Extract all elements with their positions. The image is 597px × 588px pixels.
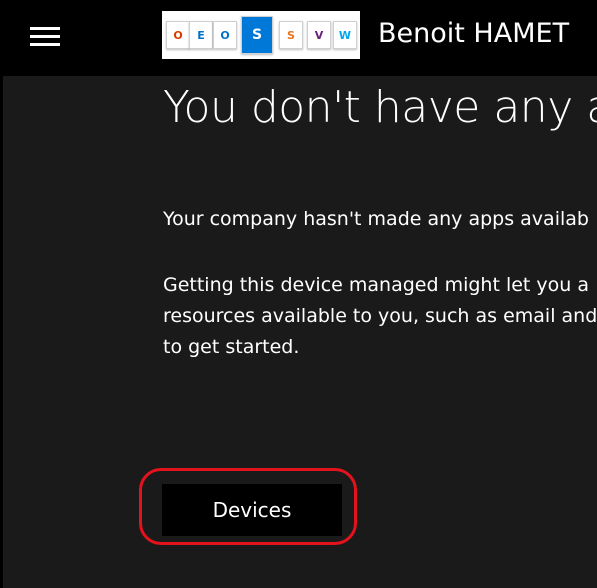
hamburger-line: [30, 27, 60, 30]
outlook-icon: O: [213, 21, 237, 49]
page-heading: You don't have any a: [163, 82, 597, 133]
info-paragraph: Your company hasn't made any apps availa…: [163, 208, 589, 230]
company-logo: O E O S S V W: [162, 11, 360, 59]
hamburger-line: [30, 35, 60, 38]
sharepoint-icon: S: [241, 16, 273, 54]
top-bar: O E O S S V W Benoit HAMET: [0, 0, 597, 76]
exchange-icon: E: [189, 21, 213, 49]
paragraph-line: resources available to you, such as emai…: [163, 305, 597, 327]
hamburger-icon[interactable]: [28, 24, 62, 50]
swayhelper-icon: S: [279, 21, 303, 49]
manage-device-paragraph: Getting this device managed might let yo…: [163, 270, 597, 363]
user-name: Benoit HAMET: [378, 18, 570, 49]
visual-studio-icon: V: [307, 21, 331, 49]
left-edge: [0, 76, 3, 588]
paragraph-line: Getting this device managed might let yo…: [163, 274, 590, 296]
office-icon: O: [166, 21, 190, 49]
paragraph-line: to get started.: [163, 336, 300, 358]
windows-icon: W: [333, 21, 357, 49]
hamburger-line: [30, 43, 60, 46]
devices-button[interactable]: Devices: [162, 484, 342, 536]
